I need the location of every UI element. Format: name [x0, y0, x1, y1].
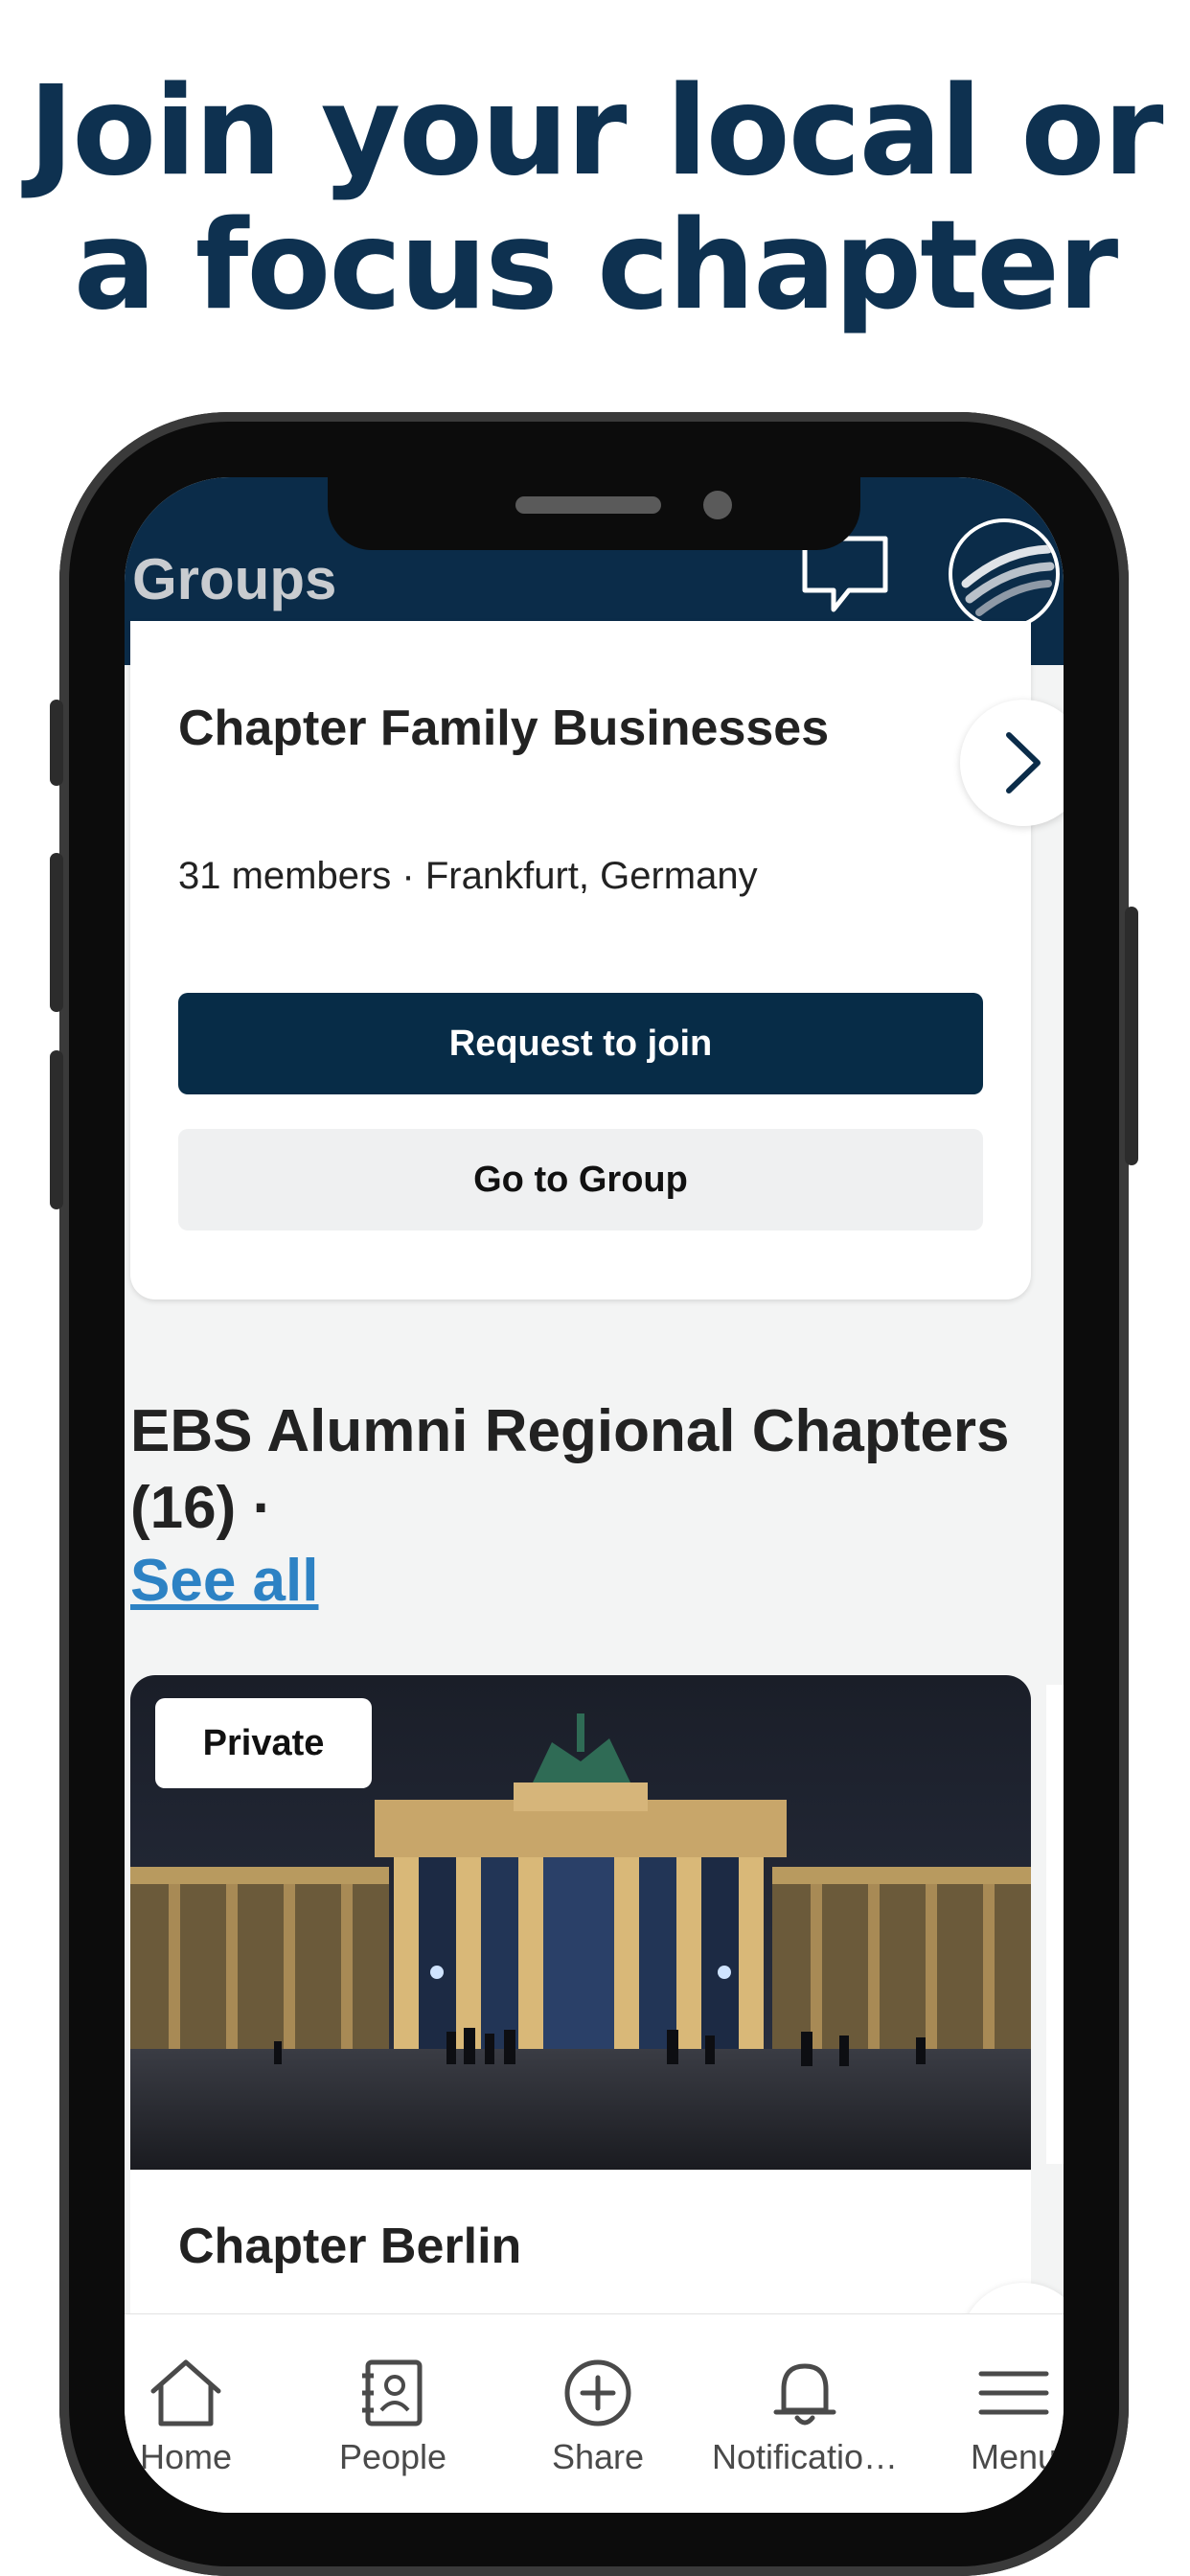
group-card-featured: Chapter Family Businesses 31 members · F…: [130, 621, 1031, 1300]
tab-people[interactable]: People: [299, 2357, 487, 2491]
tab-label: Menu: [970, 2437, 1058, 2476]
bell-icon: [773, 2363, 836, 2426]
go-to-group-button[interactable]: Go to Group: [178, 1129, 983, 1230]
phone-side-button-volume-up: [50, 853, 63, 1012]
org-logo-icon[interactable]: [949, 518, 1060, 630]
group-name: Chapter Family Businesses: [178, 701, 830, 756]
see-all-link[interactable]: See all: [130, 1547, 318, 1615]
bottom-tab-bar: Home People Share Notificatio… Menu: [125, 2313, 1064, 2513]
tab-home[interactable]: Home: [125, 2357, 280, 2491]
next-card-peek: [1046, 1685, 1064, 2164]
speaker-grille: [515, 496, 661, 514]
page-title: Groups: [132, 547, 337, 611]
phone-screen: Groups Chapter Family Businesses 31 memb…: [125, 477, 1064, 2513]
tab-label: Notificatio…: [711, 2437, 899, 2476]
group-card-berlin[interactable]: Private Chapter Berlin: [130, 1675, 1031, 2404]
phone-side-button-mute: [50, 700, 63, 786]
home-icon: [150, 2359, 221, 2426]
plus-circle-icon: [564, 2359, 631, 2426]
section-heading: EBS Alumni Regional Chapters (16) ·: [130, 1398, 1010, 1541]
chevron-right-icon: [1006, 732, 1041, 794]
tab-label: People: [338, 2437, 447, 2476]
device-notch: [328, 477, 860, 550]
group-name: Chapter Berlin: [178, 2219, 522, 2274]
tab-label: Share: [551, 2437, 645, 2476]
group-meta: 31 members · Frankfurt, Germany: [178, 855, 758, 897]
headline-line-2: a focus chapter: [73, 195, 1118, 337]
hamburger-icon: [978, 2371, 1049, 2415]
tab-share[interactable]: Share: [504, 2357, 692, 2491]
contacts-book-icon: [362, 2359, 423, 2426]
tab-menu[interactable]: Menu: [920, 2357, 1064, 2491]
headline-line-1: Join your local or: [28, 60, 1164, 203]
phone-side-button-volume-down: [50, 1050, 63, 1209]
phone-side-button-power: [1125, 907, 1138, 1165]
promo-headline: Join your local or a focus chapter: [0, 65, 1190, 334]
front-camera: [703, 491, 732, 519]
tab-notifications[interactable]: Notificatio…: [711, 2357, 899, 2491]
request-to-join-button[interactable]: Request to join: [178, 993, 983, 1094]
privacy-badge: Private: [155, 1698, 372, 1788]
tab-label: Home: [139, 2437, 233, 2476]
